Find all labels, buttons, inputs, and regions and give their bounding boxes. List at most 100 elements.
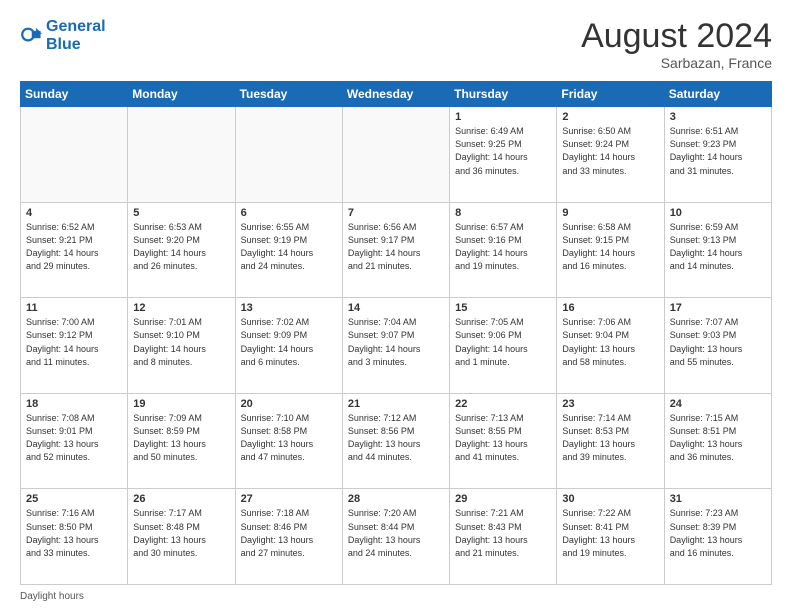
day-number: 21	[348, 398, 444, 410]
day-info: Sunrise: 6:55 AM Sunset: 9:19 PM Dayligh…	[241, 221, 337, 273]
day-info: Sunrise: 7:16 AM Sunset: 8:50 PM Dayligh…	[26, 507, 122, 559]
day-number: 18	[26, 398, 122, 410]
day-info: Sunrise: 7:06 AM Sunset: 9:04 PM Dayligh…	[562, 316, 658, 368]
logo-line1: General	[46, 18, 106, 35]
calendar-cell: 24Sunrise: 7:15 AM Sunset: 8:51 PM Dayli…	[664, 393, 771, 489]
main-title: August 2024	[581, 18, 772, 55]
day-info: Sunrise: 7:20 AM Sunset: 8:44 PM Dayligh…	[348, 507, 444, 559]
calendar-cell: 5 Sunrise: 6:53 AM Sunset: 9:20 PM Daylig…	[128, 202, 235, 298]
calendar-cell	[128, 107, 235, 203]
logo-icon	[20, 25, 42, 47]
day-info: Sunrise: 7:18 AM Sunset: 8:46 PM Dayligh…	[241, 507, 337, 559]
day-info: Sunrise: 7:05 AM Sunset: 9:06 PM Dayligh…	[455, 316, 551, 368]
day-number: 25	[26, 493, 122, 505]
day-number: 3	[670, 111, 766, 123]
day-number: 29	[455, 493, 551, 505]
calendar-cell	[235, 107, 342, 203]
day-info: Sunrise: 6:53 AM Sunset: 9:20 PM Dayligh…	[133, 221, 229, 273]
calendar-week-3: 18 Sunrise: 7:08 AM Sunset: 9:01 PM Dayli…	[21, 393, 772, 489]
logo: General Blue	[20, 18, 106, 53]
day-info: Sunrise: 7:01 AM Sunset: 9:10 PM Dayligh…	[133, 316, 229, 368]
col-header-wednesday: Wednesday	[342, 82, 449, 107]
calendar-week-0: 1 Sunrise: 6:49 AM Sunset: 9:25 PM Daylig…	[21, 107, 772, 203]
day-info: Sunrise: 6:49 AM Sunset: 9:25 PM Dayligh…	[455, 125, 551, 177]
day-info: Sunrise: 6:50 AM Sunset: 9:24 PM Dayligh…	[562, 125, 658, 177]
calendar-cell	[21, 107, 128, 203]
day-info: Sunrise: 7:07 AM Sunset: 9:03 PM Dayligh…	[670, 316, 766, 368]
calendar-cell: 17 Sunrise: 7:07 AM Sunset: 9:03 PM Dayli…	[664, 298, 771, 394]
header: General Blue August 2024 Sarbazan, Franc…	[20, 18, 772, 71]
daylight-hours-label: Daylight hours	[20, 591, 84, 602]
day-info: Sunrise: 7:17 AM Sunset: 8:48 PM Dayligh…	[133, 507, 229, 559]
day-info: Sunrise: 7:13 AM Sunset: 8:55 PM Dayligh…	[455, 412, 551, 464]
calendar-cell: 7Sunrise: 6:56 AM Sunset: 9:17 PM Daylig…	[342, 202, 449, 298]
day-number: 1	[455, 111, 551, 123]
col-header-thursday: Thursday	[450, 82, 557, 107]
day-info: Sunrise: 7:21 AM Sunset: 8:43 PM Dayligh…	[455, 507, 551, 559]
day-number: 6	[241, 207, 337, 219]
day-info: Sunrise: 6:52 AM Sunset: 9:21 PM Dayligh…	[26, 221, 122, 273]
col-header-friday: Friday	[557, 82, 664, 107]
day-number: 8	[455, 207, 551, 219]
day-number: 23	[562, 398, 658, 410]
day-number: 5	[133, 207, 229, 219]
day-info: Sunrise: 7:02 AM Sunset: 9:09 PM Dayligh…	[241, 316, 337, 368]
calendar-cell: 11Sunrise: 7:00 AM Sunset: 9:12 PM Dayli…	[21, 298, 128, 394]
day-info: Sunrise: 7:00 AM Sunset: 9:12 PM Dayligh…	[26, 316, 122, 368]
calendar-cell: 6 Sunrise: 6:55 AM Sunset: 9:19 PM Daylig…	[235, 202, 342, 298]
day-number: 2	[562, 111, 658, 123]
day-info: Sunrise: 7:23 AM Sunset: 8:39 PM Dayligh…	[670, 507, 766, 559]
logo-text: General Blue	[46, 18, 106, 53]
calendar-cell: 12 Sunrise: 7:01 AM Sunset: 9:10 PM Dayli…	[128, 298, 235, 394]
day-number: 30	[562, 493, 658, 505]
day-info: Sunrise: 7:04 AM Sunset: 9:07 PM Dayligh…	[348, 316, 444, 368]
col-header-monday: Monday	[128, 82, 235, 107]
day-number: 22	[455, 398, 551, 410]
calendar-week-1: 4Sunrise: 6:52 AM Sunset: 9:21 PM Daylig…	[21, 202, 772, 298]
calendar-cell: 29 Sunrise: 7:21 AM Sunset: 8:43 PM Dayli…	[450, 489, 557, 585]
subtitle: Sarbazan, France	[581, 55, 772, 71]
calendar-week-2: 11Sunrise: 7:00 AM Sunset: 9:12 PM Dayli…	[21, 298, 772, 394]
day-number: 15	[455, 302, 551, 314]
day-number: 27	[241, 493, 337, 505]
calendar-cell: 23 Sunrise: 7:14 AM Sunset: 8:53 PM Dayli…	[557, 393, 664, 489]
day-number: 26	[133, 493, 229, 505]
day-number: 12	[133, 302, 229, 314]
calendar-cell: 31 Sunrise: 7:23 AM Sunset: 8:39 PM Dayli…	[664, 489, 771, 585]
calendar-cell: 2 Sunrise: 6:50 AM Sunset: 9:24 PM Daylig…	[557, 107, 664, 203]
calendar-cell: 9 Sunrise: 6:58 AM Sunset: 9:15 PM Daylig…	[557, 202, 664, 298]
calendar-week-4: 25 Sunrise: 7:16 AM Sunset: 8:50 PM Dayli…	[21, 489, 772, 585]
day-info: Sunrise: 7:12 AM Sunset: 8:56 PM Dayligh…	[348, 412, 444, 464]
day-info: Sunrise: 7:15 AM Sunset: 8:51 PM Dayligh…	[670, 412, 766, 464]
day-number: 10	[670, 207, 766, 219]
calendar-cell: 20Sunrise: 7:10 AM Sunset: 8:58 PM Dayli…	[235, 393, 342, 489]
day-number: 9	[562, 207, 658, 219]
day-info: Sunrise: 6:57 AM Sunset: 9:16 PM Dayligh…	[455, 221, 551, 273]
day-number: 7	[348, 207, 444, 219]
day-info: Sunrise: 7:09 AM Sunset: 8:59 PM Dayligh…	[133, 412, 229, 464]
day-info: Sunrise: 7:10 AM Sunset: 8:58 PM Dayligh…	[241, 412, 337, 464]
logo-line2: Blue	[46, 36, 81, 53]
day-info: Sunrise: 7:14 AM Sunset: 8:53 PM Dayligh…	[562, 412, 658, 464]
col-header-saturday: Saturday	[664, 82, 771, 107]
day-number: 17	[670, 302, 766, 314]
calendar-cell: 1 Sunrise: 6:49 AM Sunset: 9:25 PM Daylig…	[450, 107, 557, 203]
calendar-table: SundayMondayTuesdayWednesdayThursdayFrid…	[20, 81, 772, 585]
page: General Blue August 2024 Sarbazan, Franc…	[0, 0, 792, 612]
day-info: Sunrise: 6:58 AM Sunset: 9:15 PM Dayligh…	[562, 221, 658, 273]
calendar-cell: 13 Sunrise: 7:02 AM Sunset: 9:09 PM Dayli…	[235, 298, 342, 394]
day-number: 19	[133, 398, 229, 410]
day-number: 31	[670, 493, 766, 505]
day-number: 28	[348, 493, 444, 505]
calendar-cell: 3Sunrise: 6:51 AM Sunset: 9:23 PM Daylig…	[664, 107, 771, 203]
day-number: 16	[562, 302, 658, 314]
day-info: Sunrise: 6:59 AM Sunset: 9:13 PM Dayligh…	[670, 221, 766, 273]
calendar-cell: 28 Sunrise: 7:20 AM Sunset: 8:44 PM Dayli…	[342, 489, 449, 585]
day-info: Sunrise: 7:22 AM Sunset: 8:41 PM Dayligh…	[562, 507, 658, 559]
day-number: 13	[241, 302, 337, 314]
footer: Daylight hours	[20, 591, 772, 602]
calendar-cell: 18 Sunrise: 7:08 AM Sunset: 9:01 PM Dayli…	[21, 393, 128, 489]
calendar-cell: 16 Sunrise: 7:06 AM Sunset: 9:04 PM Dayli…	[557, 298, 664, 394]
day-info: Sunrise: 7:08 AM Sunset: 9:01 PM Dayligh…	[26, 412, 122, 464]
title-area: August 2024 Sarbazan, France	[581, 18, 772, 71]
